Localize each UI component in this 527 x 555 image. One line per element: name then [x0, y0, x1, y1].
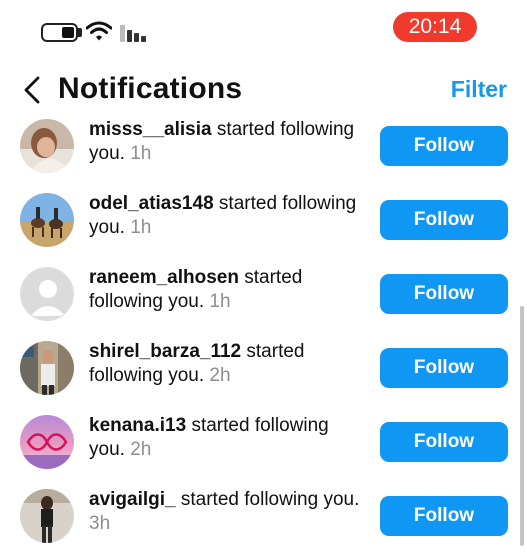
timestamp: 1h — [209, 290, 231, 312]
timestamp: 2h — [209, 364, 231, 386]
chevron-left-icon[interactable] — [20, 75, 46, 105]
username[interactable]: shirel_barza_112 — [89, 341, 241, 362]
notification-row[interactable]: misss__alisia started following you. 1h … — [0, 118, 527, 184]
timestamp: 1h — [130, 142, 152, 164]
notification-row[interactable]: odel_atias148 started following you. 1h … — [0, 184, 527, 258]
avatar[interactable] — [20, 489, 74, 543]
status-bar: 20:14 — [0, 0, 527, 60]
notification-text: kenana.i13 started following you. 2h — [89, 414, 361, 461]
username[interactable]: raneem_alhosen — [89, 267, 239, 288]
timestamp: 3h — [89, 512, 111, 534]
notification-row[interactable]: shirel_barza_112 started following you. … — [0, 332, 527, 406]
navigation-header: Notifications Filter — [0, 60, 527, 118]
follow-button[interactable]: Follow — [380, 274, 508, 314]
scrollbar[interactable] — [520, 306, 524, 546]
action-text: started following you. — [175, 489, 360, 510]
status-time: 20:14 — [393, 12, 477, 42]
avatar[interactable] — [20, 415, 74, 469]
username[interactable]: kenana.i13 — [89, 415, 186, 436]
avatar[interactable] — [20, 119, 74, 173]
battery-icon — [41, 23, 78, 42]
follow-button[interactable]: Follow — [380, 496, 508, 536]
notification-row[interactable]: kenana.i13 started following you. 2h Fol… — [0, 406, 527, 480]
notification-row[interactable]: avigailgi_ started following you. 3h Fol… — [0, 480, 527, 554]
timestamp: 1h — [130, 216, 152, 238]
default-avatar-icon[interactable] — [20, 267, 74, 321]
follow-button[interactable]: Follow — [380, 348, 508, 388]
notification-row[interactable]: raneem_alhosen started following you. 1h… — [0, 258, 527, 332]
username[interactable]: odel_atias148 — [89, 193, 214, 214]
battery-level — [62, 26, 74, 38]
username[interactable]: avigailgi_ — [89, 489, 176, 510]
username[interactable]: misss__alisia — [89, 119, 212, 140]
notification-text: avigailgi_ started following you. 3h — [89, 488, 361, 535]
notification-text: shirel_barza_112 started following you. … — [89, 340, 361, 387]
timestamp: 2h — [130, 438, 152, 460]
wifi-icon — [86, 21, 112, 41]
follow-button[interactable]: Follow — [380, 126, 508, 166]
signal-icon — [120, 22, 150, 42]
notification-text: misss__alisia started following you. 1h — [89, 118, 361, 165]
avatar[interactable] — [20, 193, 74, 247]
notification-text: raneem_alhosen started following you. 1h — [89, 266, 361, 313]
page-title: Notifications — [58, 72, 243, 105]
notification-text: odel_atias148 started following you. 1h — [89, 192, 361, 239]
avatar[interactable] — [20, 341, 74, 395]
filter-button[interactable]: Filter — [451, 76, 507, 103]
follow-button[interactable]: Follow — [380, 200, 508, 240]
follow-button[interactable]: Follow — [380, 422, 508, 462]
battery-tip — [78, 28, 82, 37]
notifications-list[interactable]: misss__alisia started following you. 1h … — [0, 118, 527, 555]
